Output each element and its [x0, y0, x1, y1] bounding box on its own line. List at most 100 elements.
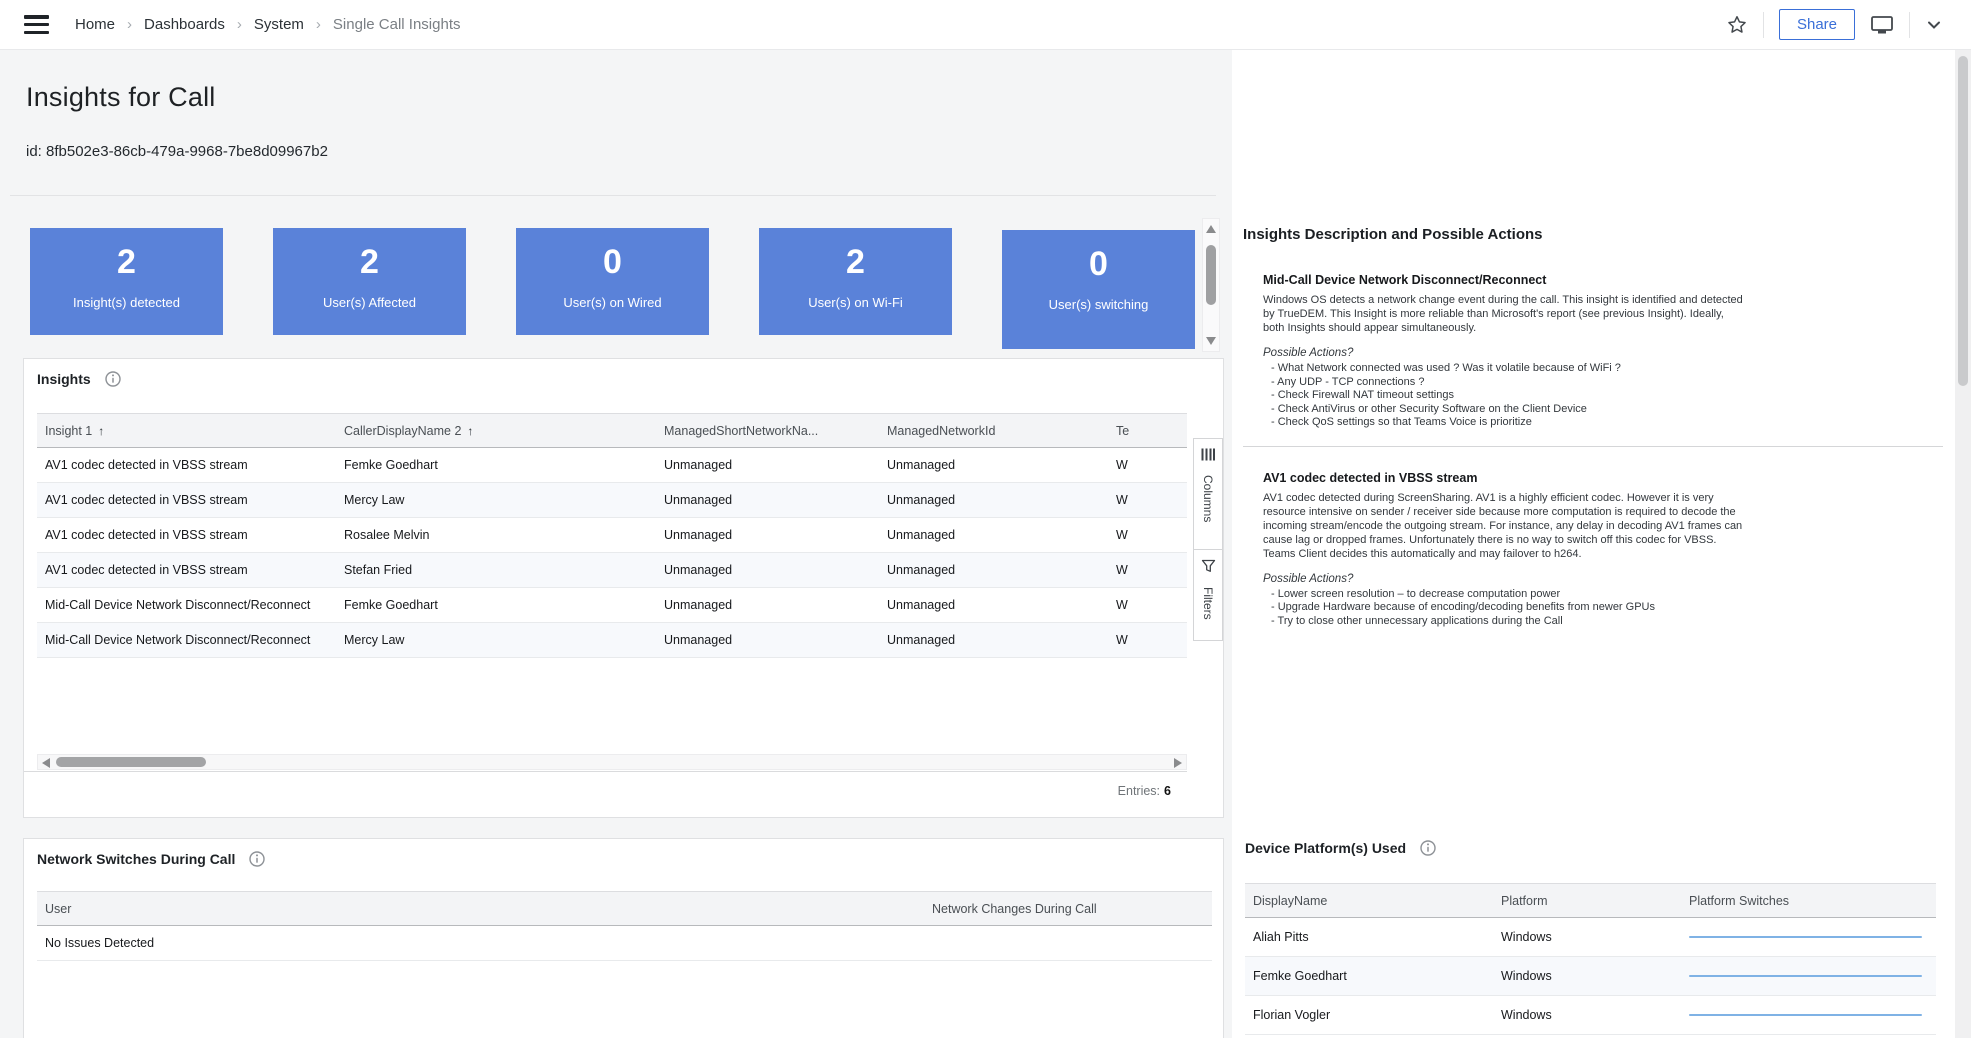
insight-cell: AV1 codec detected in VBSS stream	[45, 458, 248, 472]
column-header-insight[interactable]: Insight 1 ↑	[37, 424, 336, 438]
action-item: - Upgrade Hardware because of encoding/d…	[1271, 601, 1655, 613]
share-button[interactable]: Share	[1778, 9, 1855, 40]
insight-cell: Mid-Call Device Network Disconnect/Recon…	[45, 633, 311, 647]
info-icon[interactable]	[249, 851, 266, 867]
truncated-cell: W	[1116, 528, 1128, 542]
column-header-callerdisplayname[interactable]: CallerDisplayName 2 ↑	[336, 424, 656, 438]
platform-cell: Windows	[1501, 930, 1552, 944]
table-row: Mid-Call Device Network Disconnect/Recon…	[37, 623, 1187, 658]
star-favorite-icon[interactable]	[1726, 14, 1748, 36]
section-body: AV1 codec detected during ScreenSharing.…	[1263, 491, 1743, 560]
action-item: - Check Firewall NAT timeout settings	[1271, 389, 1454, 401]
filters-tool-label: Filters	[1201, 587, 1215, 620]
platform-switches-sparkline	[1689, 936, 1922, 938]
stat-value: 0	[603, 243, 622, 281]
platform-cell: Windows	[1501, 1008, 1552, 1022]
stat-cards-scrollbar[interactable]	[1202, 218, 1220, 352]
hamburger-menu-icon[interactable]	[24, 15, 49, 34]
description-section-av1: AV1 codec detected in VBSS stream AV1 co…	[1263, 471, 1943, 629]
info-icon[interactable]	[104, 371, 121, 387]
action-item: - Check QoS settings so that Teams Voice…	[1271, 416, 1532, 428]
stat-value: 0	[1089, 245, 1108, 283]
stat-label: User(s) switching	[1048, 297, 1149, 312]
page-title: Insights for Call	[26, 82, 216, 112]
description-section-midcall: Mid-Call Device Network Disconnect/Recon…	[1263, 273, 1943, 430]
scroll-down-icon[interactable]	[1206, 337, 1216, 345]
column-header-platform-switches[interactable]: Platform Switches	[1681, 894, 1936, 908]
stat-label: User(s) on Wired	[563, 295, 662, 310]
stat-card-users-affected: 2 User(s) Affected	[273, 228, 466, 335]
insight-cell: Mid-Call Device Network Disconnect/Recon…	[45, 598, 311, 612]
sort-asc-icon: ↑	[98, 423, 105, 438]
chevron-down-icon[interactable]	[1925, 16, 1943, 34]
breadcrumb-home[interactable]: Home	[75, 16, 115, 33]
entries-label: Entries:	[1117, 784, 1161, 798]
scrollbar-thumb[interactable]	[1958, 56, 1968, 386]
insight-cell: AV1 codec detected in VBSS stream	[45, 493, 248, 507]
network-name-cell: Unmanaged	[664, 563, 733, 577]
insights-description-panel: Insights Description and Possible Action…	[1243, 226, 1943, 628]
possible-actions-label: Possible Actions?	[1263, 347, 1354, 359]
stat-label: User(s) on Wi-Fi	[808, 295, 903, 310]
table-row: Aliah Pitts Windows	[1245, 918, 1936, 957]
scrollbar-thumb[interactable]	[1206, 245, 1216, 305]
panel-title: Device Platform(s) Used	[1245, 840, 1407, 856]
table-row: AV1 codec detected in VBSS stream Rosale…	[37, 518, 1187, 553]
displayname-cell: Aliah Pitts	[1253, 930, 1309, 944]
insights-table: Insight 1 ↑ CallerDisplayName 2 ↑ ManagedS…	[37, 413, 1187, 658]
navbar-actions: Share	[1726, 9, 1943, 40]
column-header-managedshortnetworkname[interactable]: ManagedShortNetworkNa...	[656, 424, 879, 438]
scroll-right-icon[interactable]	[1174, 758, 1182, 768]
breadcrumb-current-page: Single Call Insights	[332, 16, 461, 33]
platform-switches-cell	[1681, 975, 1936, 977]
table-row: Mid-Call Device Network Disconnect/Recon…	[37, 588, 1187, 623]
breadcrumb-dashboards[interactable]: Dashboards	[144, 16, 225, 33]
column-header-managednetworkid[interactable]: ManagedNetworkId	[879, 424, 1108, 438]
breadcrumb: Home › Dashboards › System › Single Call…	[75, 16, 461, 33]
network-id-cell: Unmanaged	[887, 633, 956, 647]
kiosk-monitor-icon[interactable]	[1870, 14, 1894, 36]
insights-panel: Insights Insight 1 ↑ CallerDisplayName 2 ↑…	[23, 358, 1224, 818]
network-id-cell: Unmanaged	[887, 493, 956, 507]
info-icon[interactable]	[1420, 840, 1436, 856]
column-header-user[interactable]: User	[37, 902, 924, 916]
stat-label: User(s) Affected	[323, 295, 416, 310]
possible-actions-label: Possible Actions?	[1263, 572, 1354, 585]
table-header-row: Insight 1 ↑ CallerDisplayName 2 ↑ ManagedS…	[37, 413, 1187, 448]
caller-cell: Femke Goedhart	[344, 598, 438, 612]
action-item: - What Network connected was used ? Was …	[1271, 362, 1621, 374]
breadcrumb-system[interactable]: System	[254, 16, 304, 33]
insight-cell: AV1 codec detected in VBSS stream	[45, 563, 248, 577]
breadcrumb-separator-icon: ›	[315, 16, 321, 33]
column-header-platform[interactable]: Platform	[1493, 894, 1681, 908]
action-item: - Check AntiVirus or other Security Soft…	[1271, 402, 1587, 415]
page-scrollbar[interactable]	[1955, 50, 1971, 1038]
table-horizontal-scrollbar[interactable]	[37, 754, 1187, 770]
stat-label: Insight(s) detected	[73, 295, 180, 310]
displayname-cell: Femke Goedhart	[1253, 969, 1347, 983]
top-navbar: Home › Dashboards › System › Single Call…	[0, 0, 1971, 50]
column-header-displayname[interactable]: DisplayName	[1245, 894, 1493, 908]
section-divider	[1243, 445, 1943, 447]
scroll-up-icon[interactable]	[1206, 225, 1216, 233]
action-item: - Lower screen resolution – to decrease …	[1271, 587, 1561, 600]
network-switches-panel: Network Switches During Call User Networ…	[23, 838, 1224, 1038]
stat-card-users-wifi: 2 User(s) on Wi-Fi	[759, 228, 952, 335]
stat-card-users-switching: 0 User(s) switching	[1002, 230, 1195, 349]
scrollbar-thumb[interactable]	[56, 757, 206, 767]
action-item: - Any UDP - TCP connections ?	[1271, 375, 1425, 388]
column-header-truncated[interactable]: Te	[1108, 424, 1187, 438]
stat-value: 2	[360, 243, 379, 281]
breadcrumb-separator-icon: ›	[127, 16, 133, 33]
caller-cell: Mercy Law	[344, 633, 405, 647]
platform-switches-cell	[1681, 936, 1936, 938]
column-header-network-changes[interactable]: Network Changes During Call	[924, 902, 1212, 916]
scroll-left-icon[interactable]	[42, 758, 50, 768]
caller-cell: Rosalee Melvin	[344, 528, 430, 542]
filters-tool-button[interactable]: Filters	[1193, 549, 1223, 641]
platform-switches-cell	[1681, 1014, 1936, 1016]
network-switches-table: User Network Changes During Call No Issu…	[37, 891, 1212, 961]
caller-cell: Stefan Fried	[344, 563, 413, 577]
caller-cell: Mercy Law	[344, 493, 405, 507]
columns-tool-button[interactable]: Columns	[1193, 438, 1223, 550]
